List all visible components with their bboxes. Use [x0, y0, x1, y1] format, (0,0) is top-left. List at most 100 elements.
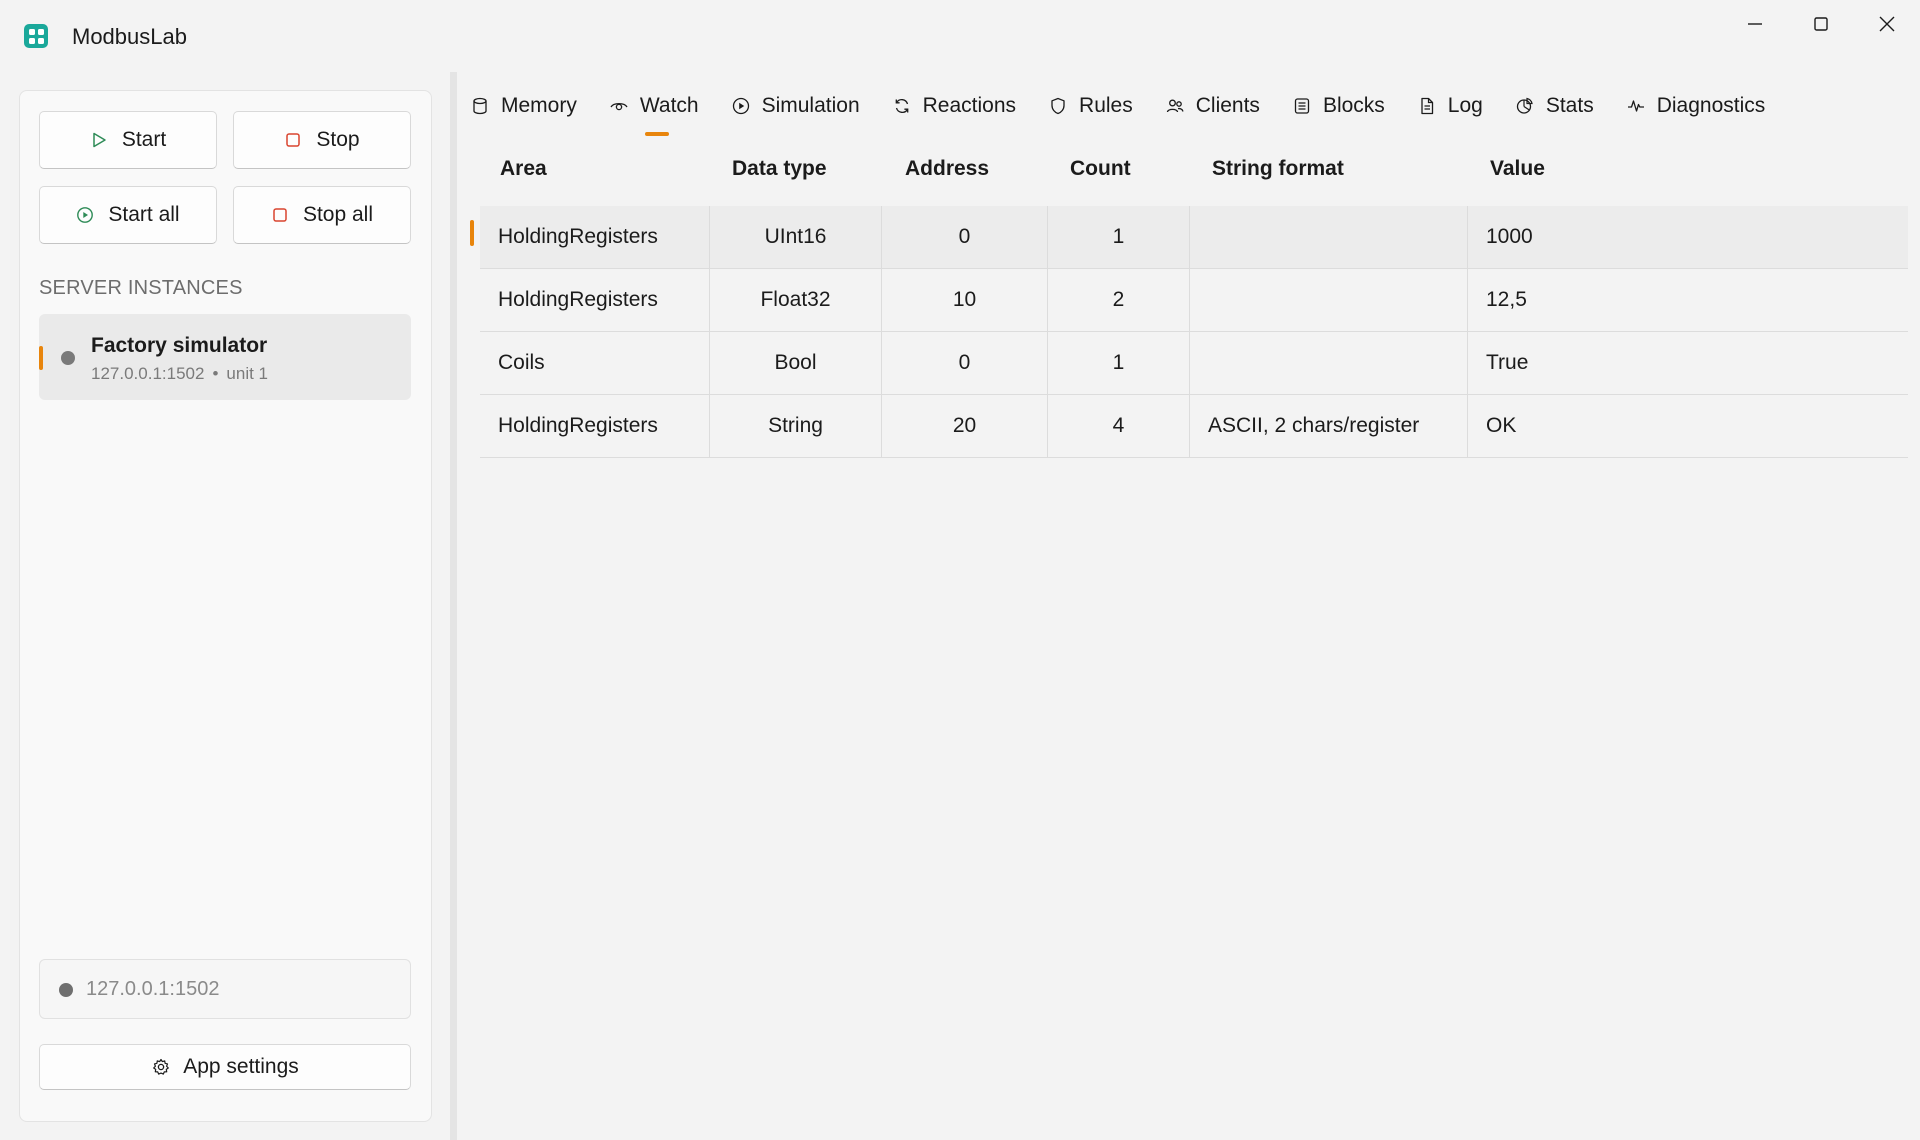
tab-label: Watch: [639, 94, 699, 117]
cell-data-type: String: [710, 395, 882, 457]
tab-label: Diagnostics: [1656, 94, 1766, 117]
tab-log[interactable]: Log: [1417, 86, 1483, 126]
stop-icon: [286, 133, 301, 147]
server-instance-item[interactable]: Factory simulator 127.0.0.1:1502 • unit 1: [39, 314, 411, 400]
column-header-string-format[interactable]: String format: [1212, 157, 1344, 181]
column-header-address[interactable]: Address: [905, 157, 989, 181]
cell-count: 1: [1048, 206, 1190, 268]
close-icon: [1879, 16, 1895, 32]
column-header-area[interactable]: Area: [500, 157, 547, 181]
tab-blocks[interactable]: Blocks: [1292, 86, 1385, 126]
start-button[interactable]: Start: [39, 111, 217, 169]
cell-count: 2: [1048, 269, 1190, 331]
column-header-data-type[interactable]: Data type: [732, 157, 827, 181]
cell-data-type: UInt16: [710, 206, 882, 268]
tab-label: Blocks: [1322, 94, 1385, 117]
app-settings-button[interactable]: App settings: [39, 1044, 411, 1090]
tab-label: Memory: [501, 94, 577, 117]
table-row[interactable]: HoldingRegisters Float32 10 2 12,5: [480, 269, 1908, 332]
play-icon: [93, 132, 106, 148]
start-button-label: Start: [121, 128, 167, 151]
server-meta: 127.0.0.1:1502 • unit 1: [91, 364, 268, 384]
tab-label: Rules: [1079, 94, 1133, 117]
stop-all-button-label: Stop all: [302, 203, 374, 226]
server-unit: unit 1: [226, 364, 268, 383]
column-header-value[interactable]: Value: [1490, 157, 1545, 181]
stop-all-button[interactable]: Stop all: [233, 186, 411, 244]
maximize-icon: [1814, 17, 1828, 31]
selection-indicator: [470, 220, 474, 246]
tab-simulation[interactable]: Simulation: [731, 86, 860, 126]
server-address: 127.0.0.1:1502: [91, 364, 205, 383]
endpoint-address: 127.0.0.1:1502: [86, 978, 220, 1000]
stop-button-label: Stop: [316, 128, 360, 151]
start-all-button-label: Start all: [108, 203, 180, 226]
tab-label: Reactions: [922, 94, 1017, 117]
cell-value: 12,5: [1486, 288, 1527, 311]
status-dot-icon: [59, 983, 73, 997]
shield-icon: [1051, 97, 1065, 115]
cell-area: HoldingRegisters: [480, 206, 710, 268]
list-icon: [1294, 98, 1310, 114]
active-tab-indicator: [644, 132, 669, 136]
app-logo-icon: [24, 24, 48, 48]
tab-stats[interactable]: Stats: [1515, 86, 1594, 126]
cell-string-format: ASCII, 2 chars/register: [1190, 395, 1468, 457]
pane-splitter[interactable]: [450, 72, 457, 1140]
app-title: ModbusLab: [72, 24, 187, 49]
watch-table: Area Data type Address Count String form…: [470, 140, 1908, 458]
server-meta-separator: •: [212, 364, 219, 383]
status-dot-icon: [61, 351, 75, 365]
minimize-button[interactable]: [1722, 0, 1788, 48]
database-icon: [473, 97, 487, 115]
table-row[interactable]: Coils Bool 0 1 True: [480, 332, 1908, 395]
tab-bar: Memory Watch Simulation Reactions Rules …: [470, 80, 1797, 136]
tab-diagnostics[interactable]: Diagnostics: [1626, 86, 1766, 126]
tab-label: Stats: [1545, 94, 1594, 117]
cell-string-format: [1190, 206, 1468, 268]
people-icon: [1166, 99, 1184, 113]
cell-value: 1000: [1486, 225, 1533, 248]
close-button[interactable]: [1854, 0, 1920, 48]
column-header-count[interactable]: Count: [1070, 157, 1131, 181]
title-bar: ModbusLab: [0, 0, 1920, 72]
tab-label: Clients: [1195, 94, 1260, 117]
cell-value: True: [1486, 351, 1529, 374]
tab-label: Simulation: [761, 94, 860, 117]
tab-rules[interactable]: Rules: [1048, 86, 1133, 126]
document-icon: [1421, 97, 1433, 115]
cell-address: 0: [882, 332, 1048, 394]
eye-icon: [610, 102, 628, 111]
table-row[interactable]: HoldingRegisters String 20 4 ASCII, 2 ch…: [480, 395, 1908, 458]
cell-count: 1: [1048, 332, 1190, 394]
table-row[interactable]: HoldingRegisters UInt16 0 1 1000: [470, 206, 1908, 269]
chart-icon: [1516, 97, 1533, 114]
tab-reactions[interactable]: Reactions: [892, 86, 1016, 126]
tab-memory[interactable]: Memory: [470, 86, 577, 126]
app-settings-label: App settings: [183, 1055, 299, 1078]
tab-watch[interactable]: Watch: [609, 86, 699, 136]
stop-icon: [273, 208, 287, 222]
cell-address: 20: [882, 395, 1048, 457]
start-all-button[interactable]: Start all: [39, 186, 217, 244]
maximize-button[interactable]: [1788, 0, 1854, 48]
selection-indicator: [39, 346, 43, 370]
stop-button[interactable]: Stop: [233, 111, 411, 169]
play-circle-icon: [732, 97, 749, 115]
cell-address: 10: [882, 269, 1048, 331]
play-circle-icon: [77, 207, 94, 223]
cell-area: Coils: [480, 332, 710, 394]
cell-data-type: Bool: [710, 332, 882, 394]
tab-clients[interactable]: Clients: [1165, 86, 1260, 126]
gear-icon: [153, 1058, 170, 1075]
cell-data-type: Float32: [710, 269, 882, 331]
cell-address: 0: [882, 206, 1048, 268]
cell-count: 4: [1048, 395, 1190, 457]
pulse-icon: [1627, 100, 1644, 112]
minimize-icon: [1748, 23, 1762, 25]
server-instances-heading: SERVER INSTANCES: [39, 277, 243, 299]
table-header: Area Data type Address Count String form…: [470, 140, 1908, 206]
tab-label: Log: [1447, 94, 1483, 117]
cell-area: HoldingRegisters: [480, 395, 710, 457]
cell-string-format: [1190, 332, 1468, 394]
